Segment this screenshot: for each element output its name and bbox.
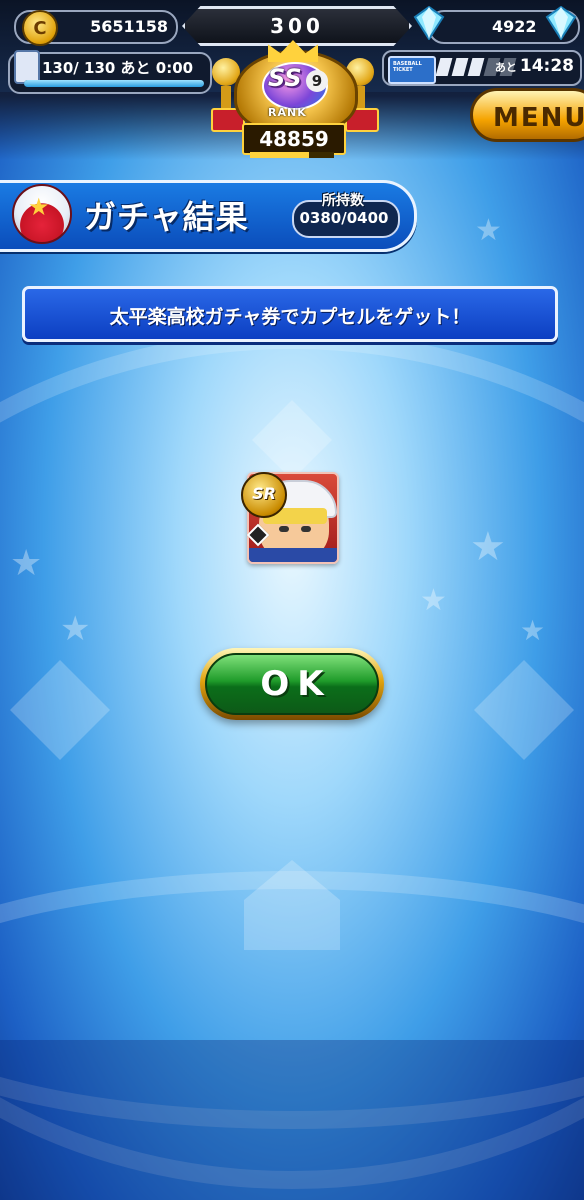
ticket-icon-label: BASEBALL TICKET (393, 61, 422, 73)
player-collar (249, 548, 337, 562)
ticket-slot (451, 58, 469, 76)
ticket-slot (467, 58, 485, 76)
rank-emblem[interactable]: SS 9 RANK 48859 (211, 40, 379, 160)
result-message: 太平楽高校ガチャ券でカプセルをゲット！ (109, 306, 471, 328)
coins-value: 5651158 (90, 17, 168, 36)
diamond-icon (545, 6, 577, 40)
svg-text:★: ★ (60, 609, 90, 649)
ticket-icon: BASEBALL TICKET (388, 56, 436, 84)
stamina-bar (24, 80, 204, 87)
player-eye (279, 526, 289, 532)
player-eye (301, 526, 311, 532)
diamond-icon (413, 6, 445, 40)
rank-level: 9 (306, 70, 328, 92)
svg-text:★: ★ (520, 614, 545, 647)
ticket-timer: あと 14:28 (495, 56, 574, 76)
rank-score: 48859 (242, 123, 346, 155)
svg-text:★: ★ (475, 213, 502, 248)
svg-text:★: ★ (420, 583, 447, 618)
coins-counter: C 5651158 (14, 10, 178, 46)
menu-button[interactable]: MENU (470, 88, 584, 142)
rank-grade: SS (268, 64, 302, 92)
stamina-text: 130/ 130 あと 0:00 (42, 59, 194, 77)
page-title: ガチャ結果 (84, 198, 249, 236)
ticket-meter: BASEBALL TICKET あと 14:28 (382, 50, 582, 86)
ok-button[interactable]: OK (200, 648, 384, 720)
ok-button-face: OK (205, 653, 379, 715)
gems-value: 4922 (492, 17, 537, 36)
svg-text:★: ★ (470, 524, 506, 570)
crown-icon (268, 40, 318, 62)
ticket-timer-value: 14:28 (519, 56, 574, 76)
ok-button-label: OK (260, 664, 332, 704)
owned-count-value: 0380/0400 (299, 209, 389, 227)
capsule-icon (12, 184, 72, 244)
rank-label: RANK (268, 106, 307, 119)
gems-counter[interactable]: 4922 (413, 6, 580, 44)
rank-score-bar (250, 152, 334, 158)
stamina-bar-fill (24, 80, 204, 87)
coin-icon: C (22, 10, 58, 46)
owned-count-label: 所持数 (322, 193, 364, 209)
rarity-badge: SR (241, 472, 287, 518)
stamina-card-icon (14, 50, 40, 84)
ticket-timer-prefix: あと (494, 61, 517, 74)
svg-text:★: ★ (10, 543, 42, 584)
stamina-meter: 130/ 130 あと 0:00 (8, 50, 212, 94)
ticket-slot (435, 58, 453, 76)
